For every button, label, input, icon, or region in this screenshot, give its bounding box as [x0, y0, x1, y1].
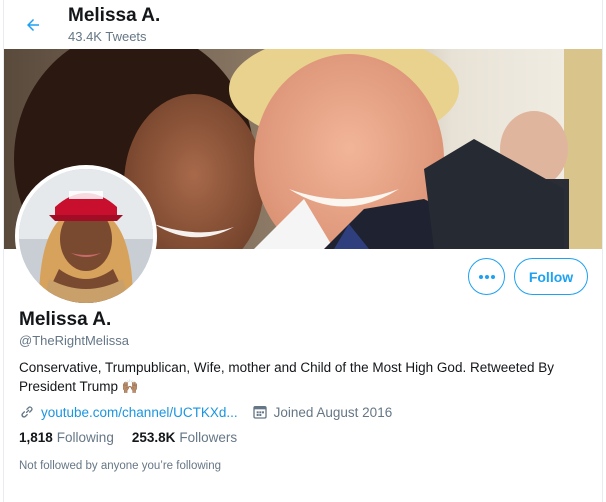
following-label: Following: [56, 430, 114, 445]
profile-page: Melissa A. 43.4K Tweets Follow Melissa A…: [3, 0, 603, 502]
followers-link[interactable]: 253.8K Followers: [132, 430, 237, 445]
calendar-icon: [252, 406, 267, 419]
arrow-left-icon: [27, 19, 39, 31]
profile-avatar[interactable]: [15, 165, 157, 307]
follow-button[interactable]: Follow: [514, 258, 588, 295]
more-options-button[interactable]: [468, 258, 505, 295]
profile-name: Melissa A.: [19, 309, 112, 330]
followers-label: Followers: [179, 430, 238, 445]
header-name: Melissa A.: [68, 5, 161, 26]
profile-website-link[interactable]: youtube.com/channel/UCTKXd...: [41, 405, 238, 420]
header-tweet-count: 43.4K Tweets: [68, 29, 147, 44]
back-button[interactable]: [18, 10, 48, 40]
profile-handle: @TheRightMelissa: [19, 333, 130, 348]
profile-stats: 1,818 Following 253.8K Followers: [19, 430, 255, 445]
following-link[interactable]: 1,818 Following: [19, 430, 114, 445]
profile-bio: Conservative, Trumpublican, Wife, mother…: [19, 360, 554, 394]
profile-joined-date: Joined August 2016: [273, 404, 393, 420]
profile-meta: youtube.com/channel/UCTKXd... Joined Aug…: [19, 402, 392, 422]
profile-header-bar: Melissa A. 43.4K Tweets: [4, 0, 602, 49]
link-icon: [21, 406, 33, 418]
following-count: 1,818: [19, 430, 53, 445]
followers-count: 253.8K: [131, 430, 176, 445]
mutual-followers-note: Not followed by anyone you’re following: [19, 460, 222, 472]
more-horizontal-icon: [478, 274, 495, 279]
avatar-image: [19, 169, 153, 303]
